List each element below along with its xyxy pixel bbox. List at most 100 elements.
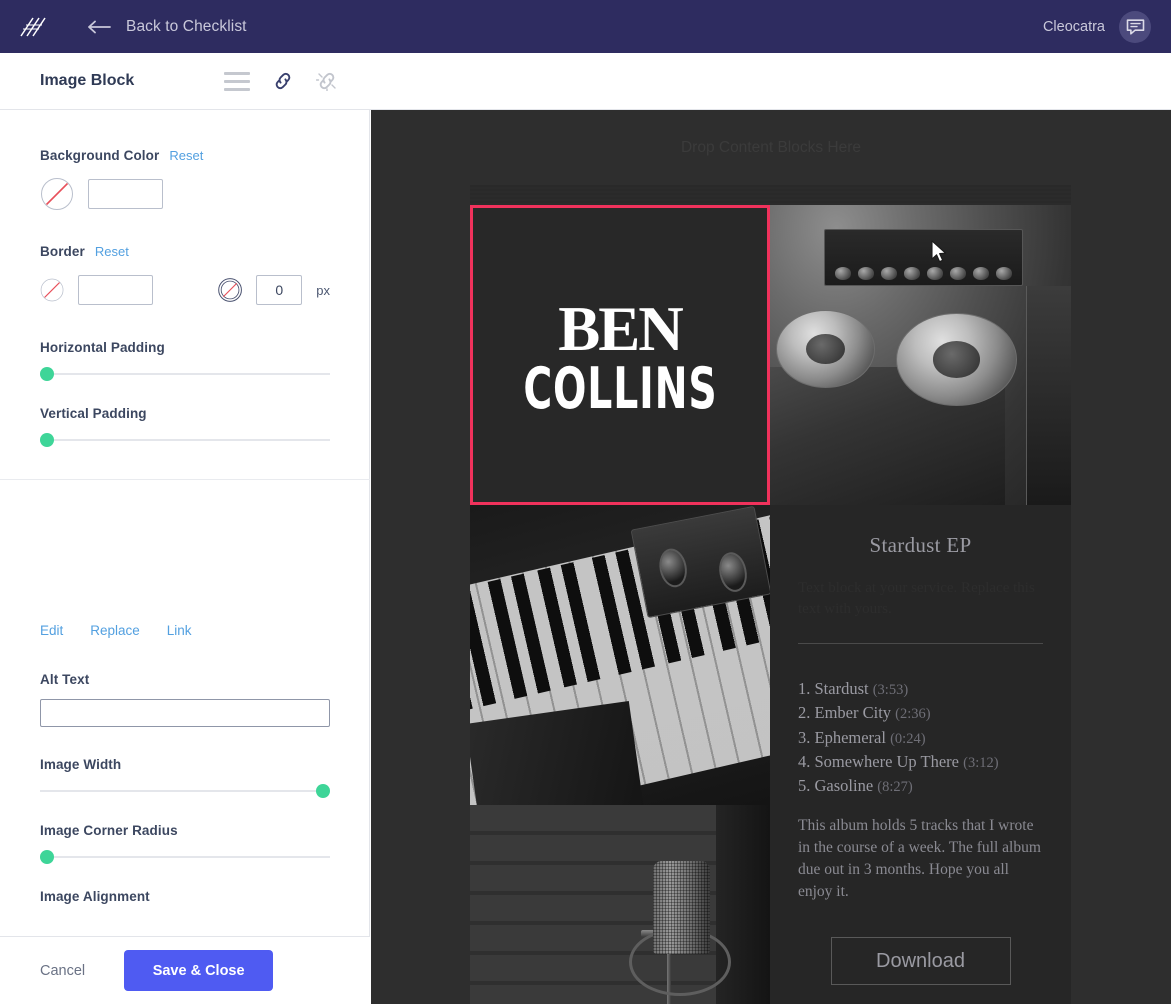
chat-bubble-icon <box>1126 19 1144 35</box>
track-duration: (2:36) <box>895 706 931 723</box>
list-item: 3. Ephemeral (0:24) <box>798 726 1043 750</box>
track-number: 3. <box>798 727 811 747</box>
background-color-group: Background Color Reset <box>0 110 370 211</box>
list-item: 5. Gasoline (8:27) <box>798 774 1043 798</box>
image-corner-radius-slider-handle[interactable] <box>40 850 54 864</box>
download-button[interactable]: Download <box>830 937 1011 985</box>
track-number: 4. <box>798 751 811 771</box>
page-title: Image Block <box>40 72 135 89</box>
list-item: 2. Ember City (2:36) <box>798 701 1043 725</box>
reel-photo-graphic <box>770 205 1071 505</box>
no-color-swatch-icon[interactable] <box>40 177 74 211</box>
vertical-padding-slider[interactable] <box>40 433 330 447</box>
list-item: 4. Somewhere Up There (3:12) <box>798 750 1043 774</box>
settings-panel-scroll-area[interactable]: Background Color Reset Border Reset 0 px… <box>0 110 370 936</box>
track-duration: (0:24) <box>890 730 926 747</box>
reel-side-amp <box>1025 286 1071 505</box>
settings-panel-footer: Cancel Save & Close <box>0 936 370 1004</box>
block-toolbar <box>224 71 338 91</box>
no-border-style-icon[interactable] <box>218 273 243 307</box>
piano-keyboard-photo[interactable] <box>470 505 770 805</box>
content-row-3: This album holds 5 tracks that I wrote i… <box>470 805 1071 1004</box>
mouse-cursor-icon <box>931 240 947 263</box>
image-actions-group: Edit Replace Link <box>0 480 370 638</box>
avatar[interactable] <box>1119 10 1151 43</box>
border-label: Border <box>40 244 85 259</box>
horizontal-padding-group: Horizontal Padding <box>0 307 370 381</box>
unlink-button[interactable] <box>316 71 338 91</box>
hamburger-menu-icon <box>224 71 251 91</box>
reel-to-reel-tape-machine-photo[interactable] <box>770 205 1071 505</box>
nav-user-area: Cleocatra <box>1042 10 1171 43</box>
horizontal-padding-slider-handle[interactable] <box>40 367 54 381</box>
ep-title: Stardust EP <box>869 533 972 557</box>
link-image-link[interactable]: Link <box>167 623 192 638</box>
track-duration: (8:27) <box>877 779 913 796</box>
mic-capsule <box>653 860 710 955</box>
content-row-1: BEN COLLINS <box>470 205 1071 505</box>
album-art-image-block[interactable]: BEN COLLINS <box>470 205 770 505</box>
vertical-padding-slider-handle[interactable] <box>40 433 54 447</box>
reel-head-panel <box>824 229 1023 286</box>
image-width-label: Image Width <box>40 757 122 772</box>
album-art-line-2: COLLINS <box>522 356 718 423</box>
settings-panel: Background Color Reset Border Reset 0 px… <box>0 110 370 1004</box>
drop-content-blocks-hint: Drop Content Blocks Here <box>680 138 862 156</box>
background-color-reset-link[interactable]: Reset <box>169 148 203 163</box>
hamburger-menu-button[interactable] <box>224 71 251 91</box>
email-preview-canvas[interactable]: Drop Content Blocks Here BEN COLLINS Sta… <box>371 110 1171 1004</box>
image-width-slider[interactable] <box>40 784 330 798</box>
back-to-checklist-link[interactable]: Back to Checklist <box>88 18 247 36</box>
image-width-slider-handle[interactable] <box>316 784 330 798</box>
border-color-hex-input[interactable] <box>78 275 154 305</box>
background-color-label-row: Background Color Reset <box>40 148 330 163</box>
border-width-input[interactable] <box>256 275 303 305</box>
horizontal-padding-label: Horizontal Padding <box>40 340 165 355</box>
piano-knob-1 <box>655 545 691 590</box>
album-art-artwork: BEN COLLINS <box>470 205 770 505</box>
no-color-swatch-icon[interactable] <box>40 273 64 307</box>
image-action-links: Edit Replace Link <box>40 623 330 638</box>
tracklist-text-block[interactable]: Stardust EP Text block at your service. … <box>770 505 1071 805</box>
tracklist-content: Stardust EP Text block at your service. … <box>770 505 1071 805</box>
piano-knob-2 <box>716 550 751 595</box>
border-label-row: Border Reset <box>40 244 330 259</box>
save-and-close-button[interactable]: Save & Close <box>124 950 274 991</box>
background-color-hex-input[interactable] <box>88 179 163 209</box>
alt-text-label: Alt Text <box>40 672 90 687</box>
image-corner-radius-label: Image Corner Radius <box>40 823 178 838</box>
replace-image-link[interactable]: Replace <box>90 623 140 638</box>
border-controls: px <box>40 273 330 307</box>
alt-text-group: Alt Text <box>0 638 370 727</box>
edit-image-link[interactable]: Edit <box>40 623 63 638</box>
cancel-button[interactable]: Cancel <box>40 963 85 979</box>
spacer-block[interactable] <box>470 185 1071 205</box>
vertical-padding-label: Vertical Padding <box>40 406 147 421</box>
download-button-wrapper: Download <box>798 937 1043 985</box>
image-width-group: Image Width <box>0 727 370 798</box>
alt-text-input[interactable] <box>40 699 330 727</box>
image-block-editor-screen: Back to Checklist Cleocatra Image Block <box>0 0 1171 1004</box>
studio-microphone-photo[interactable] <box>470 805 770 1004</box>
track-title: Ephemeral <box>814 727 886 747</box>
app-logo[interactable] <box>0 14 66 40</box>
back-to-checklist-label: Back to Checklist <box>126 17 247 35</box>
background-color-controls <box>40 177 330 211</box>
reel-disc-right <box>896 313 1017 406</box>
track-title: Gasoline <box>814 776 874 796</box>
album-description-block[interactable]: This album holds 5 tracks that I wrote i… <box>770 805 1071 1004</box>
ep-divider-rule <box>798 642 1043 644</box>
album-art-line-1: BEN <box>558 294 684 365</box>
microphone-photo-graphic <box>470 805 770 1004</box>
user-name-label: Cleocatra <box>1042 18 1105 35</box>
link-button[interactable] <box>272 71 294 91</box>
piano-photo-graphic <box>470 505 770 805</box>
image-corner-radius-slider[interactable] <box>40 850 330 864</box>
mic-grille <box>653 860 710 955</box>
horizontal-padding-slider[interactable] <box>40 367 330 381</box>
border-reset-link[interactable]: Reset <box>95 244 129 259</box>
image-alignment-label: Image Alignment <box>40 889 150 904</box>
track-title: Ember City <box>814 703 892 723</box>
list-item: 1. Stardust (3:53) <box>798 677 1043 701</box>
track-title: Somewhere Up There <box>814 751 959 771</box>
